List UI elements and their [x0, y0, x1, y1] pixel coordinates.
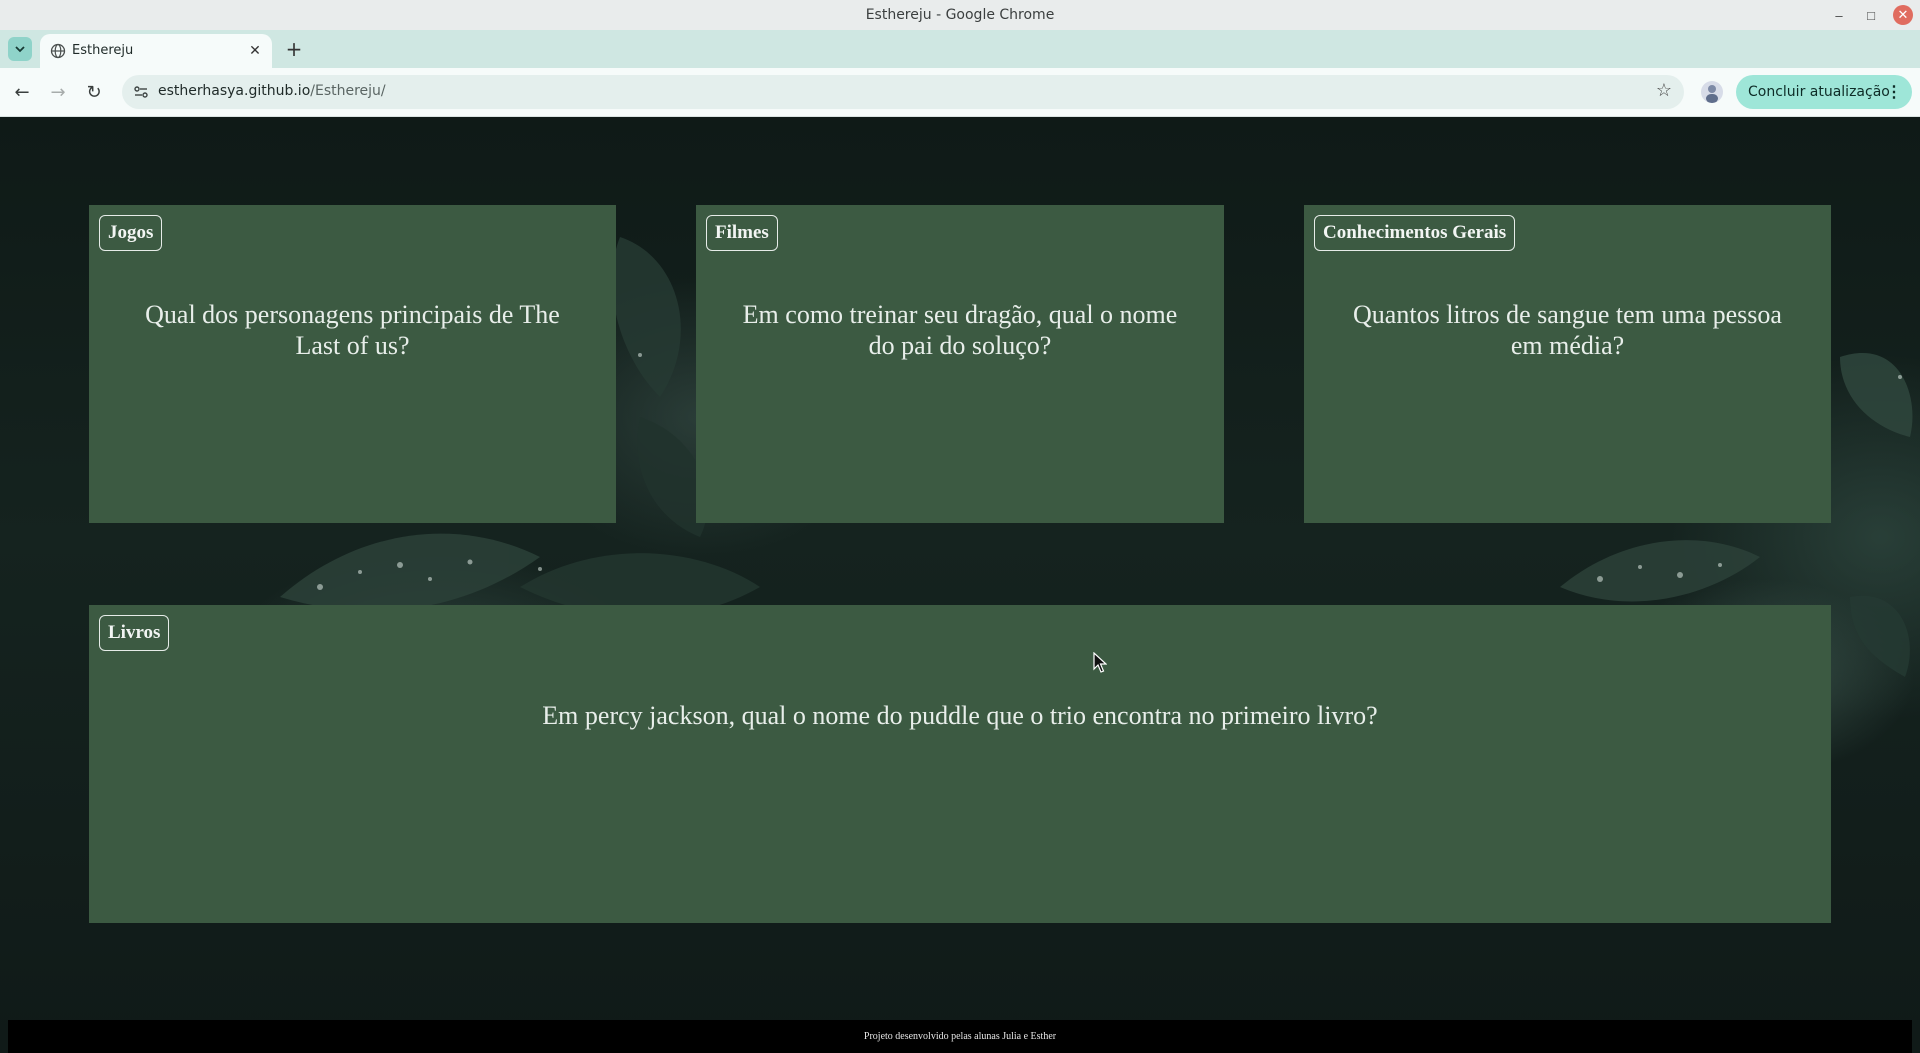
- mouse-cursor-icon: [1093, 652, 1107, 673]
- card-livros[interactable]: Livros Em percy jackson, qual o nome do …: [89, 605, 1831, 923]
- card-conhecimentos-gerais[interactable]: Conhecimentos Gerais Quantos litros de s…: [1304, 205, 1831, 523]
- question-text: Em percy jackson, qual o nome do puddle …: [542, 701, 1378, 730]
- question-text: Quantos litros de sangue tem uma pessoa …: [1353, 300, 1782, 360]
- update-button-label: Concluir atualização: [1748, 84, 1890, 100]
- site-info-icon[interactable]: [132, 83, 150, 101]
- question-text: Em como treinar seu dragão, qual o nome …: [742, 300, 1178, 360]
- globe-icon: [50, 43, 66, 59]
- question-text: Qual dos personagens principais de The L…: [145, 300, 560, 360]
- category-badge: Conhecimentos Gerais: [1314, 215, 1516, 251]
- category-badge: Jogos: [99, 215, 163, 251]
- profile-avatar[interactable]: [1701, 81, 1723, 103]
- new-tab-button[interactable]: +: [283, 37, 305, 61]
- more-menu-icon[interactable]: ⋮: [1886, 82, 1902, 102]
- close-window-icon[interactable]: ✕: [1893, 5, 1913, 25]
- window-title: Esthereju - Google Chrome: [865, 7, 1055, 23]
- url-text: estherhasya.github.io/Esthereju/: [158, 83, 386, 99]
- address-bar[interactable]: estherhasya.github.io/Esthereju/ ☆: [122, 75, 1684, 109]
- minimize-icon[interactable]: –: [1829, 5, 1849, 25]
- browser-toolbar: ← → ↻ estherhasya.github.io/Esthereju/ ☆…: [0, 68, 1920, 117]
- tab-title: Esthereju: [72, 43, 134, 58]
- chevron-down-icon: [15, 46, 25, 53]
- url-path: /Esthereju/: [310, 83, 386, 99]
- card-jogos[interactable]: Jogos Qual dos personagens principais de…: [89, 205, 616, 523]
- page-footer: Projeto desenvolvido pelas alunas Julia …: [8, 1020, 1912, 1053]
- url-host: estherhasya.github.io: [158, 83, 311, 99]
- forward-arrow-icon[interactable]: →: [44, 78, 72, 106]
- update-button[interactable]: Concluir atualização ⋮: [1736, 75, 1912, 109]
- window-title-bar: Esthereju - Google Chrome – □ ✕: [0, 0, 1920, 31]
- tab-search-button[interactable]: [8, 37, 32, 61]
- close-tab-icon[interactable]: ✕: [246, 41, 264, 59]
- bookmark-star-icon[interactable]: ☆: [1656, 80, 1672, 101]
- page-content: Jogos Qual dos personagens principais de…: [0, 117, 1920, 1053]
- footer-text: Projeto desenvolvido pelas alunas Julia …: [863, 1031, 1057, 1042]
- avatar-icon: [1706, 85, 1718, 103]
- tab-strip: Esthereju ✕ +: [0, 30, 1920, 68]
- card-filmes[interactable]: Filmes Em como treinar seu dragão, qual …: [696, 205, 1224, 523]
- category-badge: Livros: [99, 615, 170, 651]
- back-arrow-icon[interactable]: ←: [8, 78, 36, 106]
- category-badge: Filmes: [706, 215, 778, 251]
- reload-icon[interactable]: ↻: [80, 78, 108, 106]
- maximize-icon[interactable]: □: [1861, 5, 1881, 25]
- tab-esthereju[interactable]: Esthereju ✕: [40, 34, 272, 68]
